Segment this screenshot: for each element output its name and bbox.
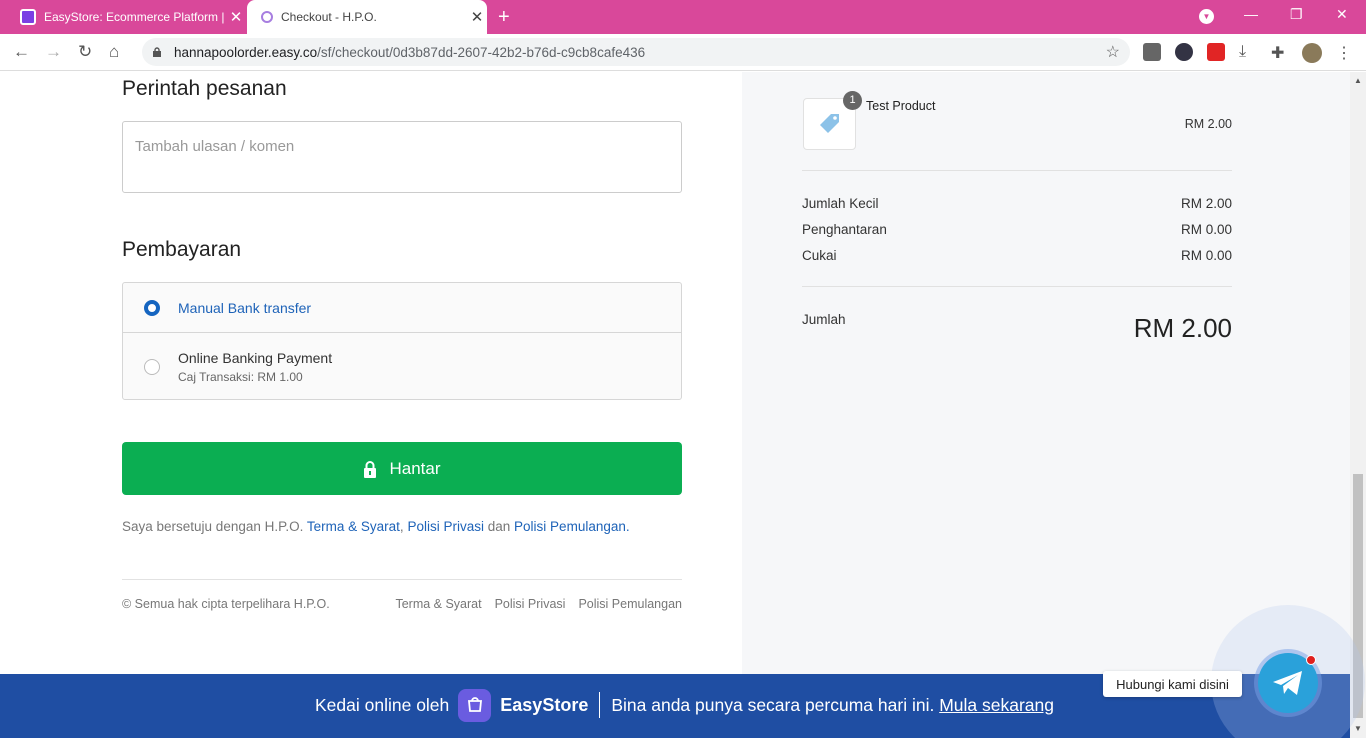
minimize-icon[interactable]: — [1244,6,1258,22]
row-label: Cukai [802,248,837,263]
forward-icon[interactable]: → [45,42,62,62]
banner-separator [599,692,601,718]
menu-kebab-icon[interactable]: ⋮ [1336,43,1354,62]
reload-icon[interactable]: ↻ [78,42,92,62]
tab-easystore[interactable]: EasyStore: Ecommerce Platform | ✕ [10,0,246,34]
red-extension-icon[interactable] [1207,43,1225,61]
footer-privacy-link[interactable]: Polisi Privasi [495,597,566,611]
payment-option-label: Manual Bank transfer [178,300,312,316]
tab-checkout[interactable]: Checkout - H.P.O. ✕ [247,0,487,34]
footer-terms-link[interactable]: Terma & Syarat [395,597,481,611]
scroll-down-icon[interactable]: ▼ [1354,724,1362,733]
order-note-input[interactable]: Tambah ulasan / komen [122,121,682,193]
payment-options: Manual Bank transfer Online Banking Paym… [122,282,682,400]
payment-option-online-banking[interactable]: Online Banking Payment Caj Transaksi: RM… [123,333,681,399]
easystore-favicon-icon [20,9,36,25]
facebook-extension-icon[interactable] [1143,43,1161,61]
price-tag-icon [819,114,839,133]
row-label: Jumlah Kecil [802,196,879,211]
url-path: /sf/checkout/0d3b87dd-2607-42b2-b76d-c9c… [317,44,646,60]
radio-selected[interactable] [144,300,160,316]
radio-unselected[interactable] [144,359,160,375]
telegram-icon [1273,671,1302,695]
footer-refund-link[interactable]: Polisi Pemulangan [578,597,682,611]
shipping-row: Penghantaran RM 0.00 [802,222,1232,237]
total-label: Jumlah [802,312,846,327]
url-host: hannapoolorder.easy.co [174,44,318,60]
tab-search-icon[interactable]: ▼ [1199,9,1214,24]
refund-link[interactable]: Polisi Pemulangan [514,519,626,534]
lock-icon [153,47,161,57]
product-price: RM 2.00 [1184,117,1232,131]
bookmark-star-icon[interactable]: ☆ [1106,42,1120,62]
banner-content: Kedai online oleh EasyStore Bina anda pu… [315,688,1054,722]
close-icon[interactable]: ✕ [467,8,487,26]
scroll-up-icon[interactable]: ▲ [1354,76,1362,85]
product-name: Test Product [866,99,936,113]
easystore-brand: EasyStore [500,694,589,715]
lock-icon [364,460,377,478]
agreement-and: dan [487,519,511,534]
row-label: Penghantaran [802,222,887,237]
banner-cta-link[interactable]: Mula sekarang [939,695,1054,716]
agreement-text: Saya bersetuju dengan H.P.O. Terma & Sya… [122,519,630,534]
notification-dot [1306,655,1316,665]
agreement-period: . [625,519,630,534]
window-close-icon[interactable]: ✕ [1336,6,1348,23]
privacy-link[interactable]: Polisi Privasi [407,519,484,534]
easystore-logo-icon [458,688,492,722]
contact-tooltip[interactable]: Hubungi kami disini [1103,671,1242,697]
agreement-comma: , [399,519,404,534]
scrollbar[interactable]: ▲ ▼ [1350,72,1366,738]
grammarly-extension-icon[interactable] [1175,43,1193,61]
browser-toolbar: ← → ↻ ⌂ hannapoolorder.easy.co/sf/checko… [0,34,1366,71]
restore-icon[interactable]: ❐ [1290,6,1303,23]
payment-option-bank-transfer[interactable]: Manual Bank transfer [123,283,681,333]
banner-prefix: Kedai online oleh [315,694,450,715]
checkout-page: Perintah pesanan Tambah ulasan / komen P… [0,72,1366,738]
download-icon[interactable]: ⤓ [1239,43,1257,61]
tab-strip: EasyStore: Ecommerce Platform | ✕ Checko… [0,0,1366,34]
new-tab-icon[interactable]: + [498,6,510,29]
banner-text: Bina anda punya secara percuma hari ini. [611,694,935,715]
total-value: RM 2.00 [1133,313,1232,343]
close-icon[interactable]: ✕ [226,8,246,26]
quantity-badge: 1 [843,91,862,110]
row-value: RM 0.00 [1180,248,1232,263]
payment-option-label: Online Banking Payment [178,350,333,366]
agreement-prefix: Saya bersetuju dengan H.P.O. [122,519,304,534]
subtotal-row: Jumlah Kecil RM 2.00 [802,196,1232,211]
back-icon[interactable]: ← [13,42,30,62]
payment-option-fee: Caj Transaksi: RM 1.00 [178,370,303,384]
summary-divider [802,170,1232,171]
terms-link[interactable]: Terma & Syarat [307,519,400,534]
submit-label: Hantar [389,458,441,478]
checkout-form: Perintah pesanan Tambah ulasan / komen P… [0,72,742,674]
order-note-heading: Perintah pesanan [122,77,287,100]
tax-row: Cukai RM 0.00 [802,248,1232,263]
extensions-puzzle-icon[interactable]: ✚ [1271,43,1289,62]
order-summary: 1 Test Product RM 2.00 Jumlah Kecil RM 2… [742,72,1350,674]
footer-divider [122,579,682,580]
row-value: RM 2.00 [1180,196,1232,211]
home-icon[interactable]: ⌂ [109,42,119,62]
tab-title: EasyStore: Ecommerce Platform | [44,10,225,24]
tab-title: Checkout - H.P.O. [281,10,377,24]
row-value: RM 0.00 [1180,222,1232,237]
submit-button[interactable]: Hantar [122,442,682,495]
payment-heading: Pembayaran [122,238,242,261]
footer-links: Terma & Syarat Polisi Privasi Polisi Pem… [332,597,682,611]
profile-avatar[interactable] [1302,43,1322,63]
address-bar[interactable]: hannapoolorder.easy.co/sf/checkout/0d3b8… [142,38,1130,66]
copyright-text: © Semua hak cipta terpelihara H.P.O. [122,597,330,611]
summary-divider [802,286,1232,287]
checkout-favicon-icon [261,11,273,23]
